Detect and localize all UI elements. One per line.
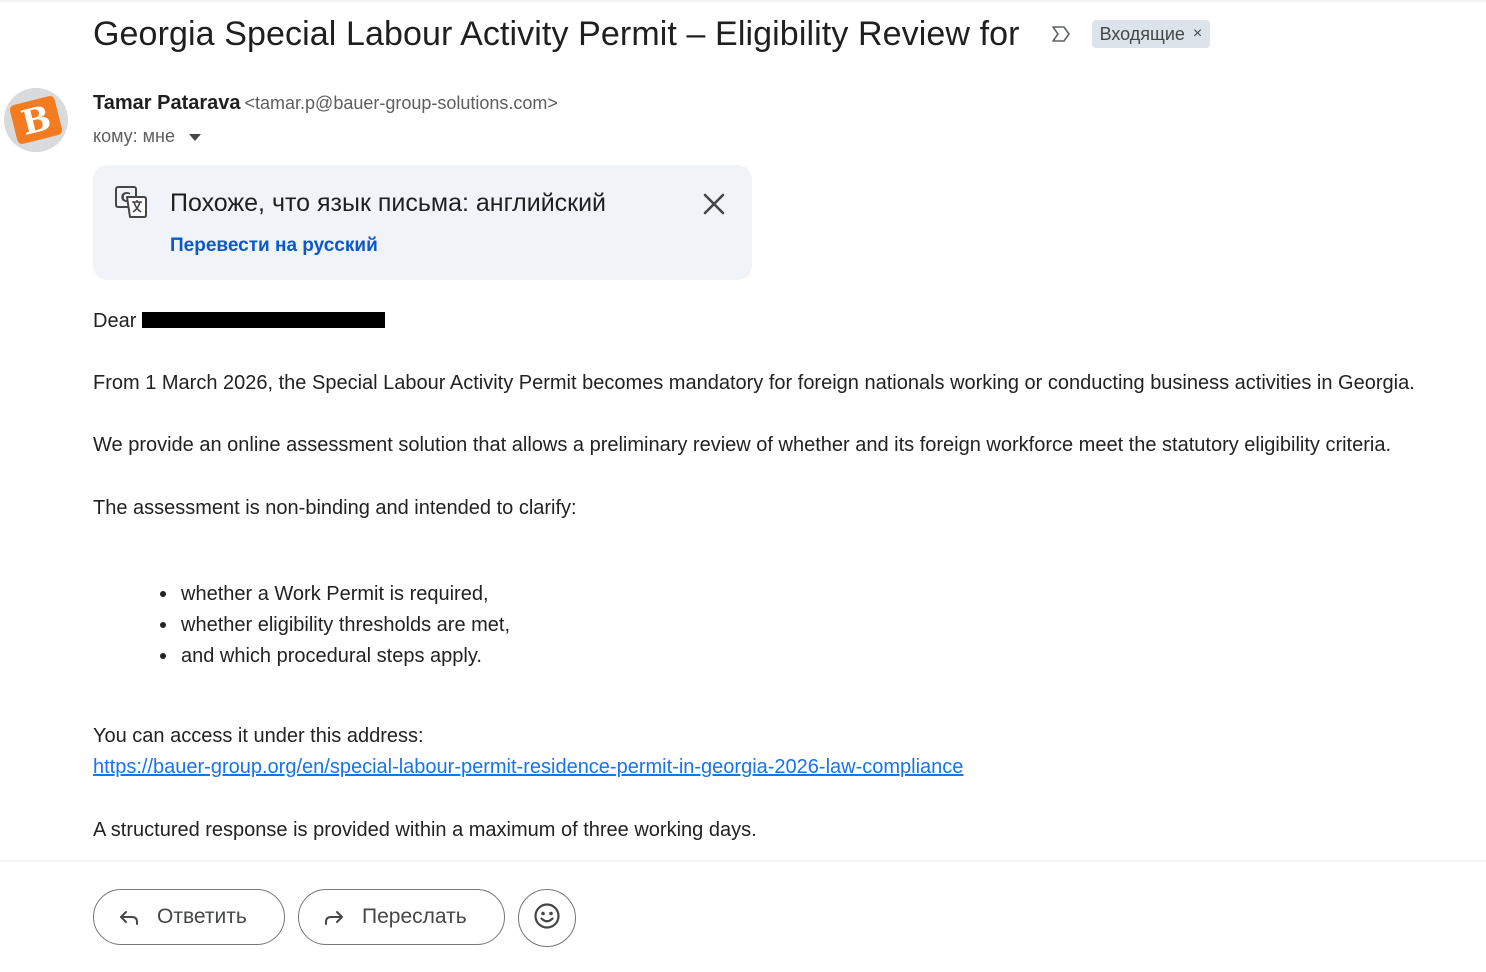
reply-button[interactable]: Ответить [93, 889, 285, 945]
reply-icon [117, 905, 141, 929]
reply-label: Ответить [157, 905, 247, 928]
divider [0, 860, 1486, 862]
email-subject: Georgia Special Labour Activity Permit –… [93, 14, 1020, 53]
label-chip-inbox: Входящие × [1091, 20, 1211, 48]
chevron-down-icon[interactable] [189, 134, 201, 141]
list-item-text: whether a Work Permit is required, [181, 582, 489, 605]
label-chip-text: Входящие [1099, 23, 1185, 44]
remove-label-icon[interactable]: × [1193, 25, 1202, 43]
redaction-bar [142, 311, 386, 328]
avatar[interactable]: B [4, 88, 68, 152]
forward-icon [322, 905, 346, 929]
greeting: Dear [93, 310, 137, 332]
bullet-dot [160, 621, 166, 628]
forward-button[interactable]: Переслать [298, 889, 505, 945]
list-item: whether eligibility thresholds are met, [160, 609, 510, 640]
sender-name[interactable]: Tamar Patarava [93, 92, 241, 114]
list-item: and which procedural steps apply. [160, 640, 510, 671]
translate-icon: G [114, 185, 148, 219]
bullet-list: whether a Work Permit is required, wheth… [160, 578, 510, 671]
list-item-text: and which procedural steps apply. [181, 644, 482, 667]
forward-label: Переслать [362, 905, 467, 928]
sender-email: <tamar.p@bauer-group-solutions.com> [244, 93, 558, 113]
translate-banner-title: Похоже, что язык письма: английский [170, 189, 607, 217]
emoji-icon [533, 902, 561, 935]
recipient-line[interactable]: кому: мне [93, 126, 201, 147]
paragraph-3: The assessment is non-binding and intend… [93, 497, 577, 519]
email-view: Georgia Special Labour Activity Permit –… [0, 0, 1486, 972]
sender-line: Tamar Patarava <tamar.p@bauer-group-solut… [93, 92, 558, 115]
greeting-line: Dear [93, 310, 386, 333]
emoji-reaction-button[interactable] [518, 889, 576, 947]
recipient-text: кому: мне [93, 126, 175, 146]
paragraph-1: From 1 March 2026, the Special Labour Ac… [93, 372, 1415, 394]
important-marker-icon[interactable] [1050, 22, 1074, 46]
translate-banner: G Похоже, что язык письма: английский Пе… [93, 165, 752, 280]
paragraph-4: You can access it under this address: [93, 725, 424, 747]
paragraph-2: We provide an online assessment solution… [93, 434, 1392, 456]
translate-to-russian-link[interactable]: Перевести на русский [170, 235, 378, 257]
list-item-text: whether eligibility thresholds are met, [181, 613, 511, 636]
list-item: whether a Work Permit is required, [160, 578, 510, 609]
paragraph-5: A structured response is provided within… [93, 819, 757, 841]
close-icon[interactable] [699, 189, 729, 219]
bullet-dot [160, 590, 166, 597]
subject-row: Georgia Special Labour Activity Permit –… [93, 10, 1211, 58]
bullet-dot [160, 652, 166, 659]
top-divider [0, 0, 1486, 2]
assessment-link[interactable]: https://bauer-group.org/en/special-labou… [93, 756, 963, 779]
